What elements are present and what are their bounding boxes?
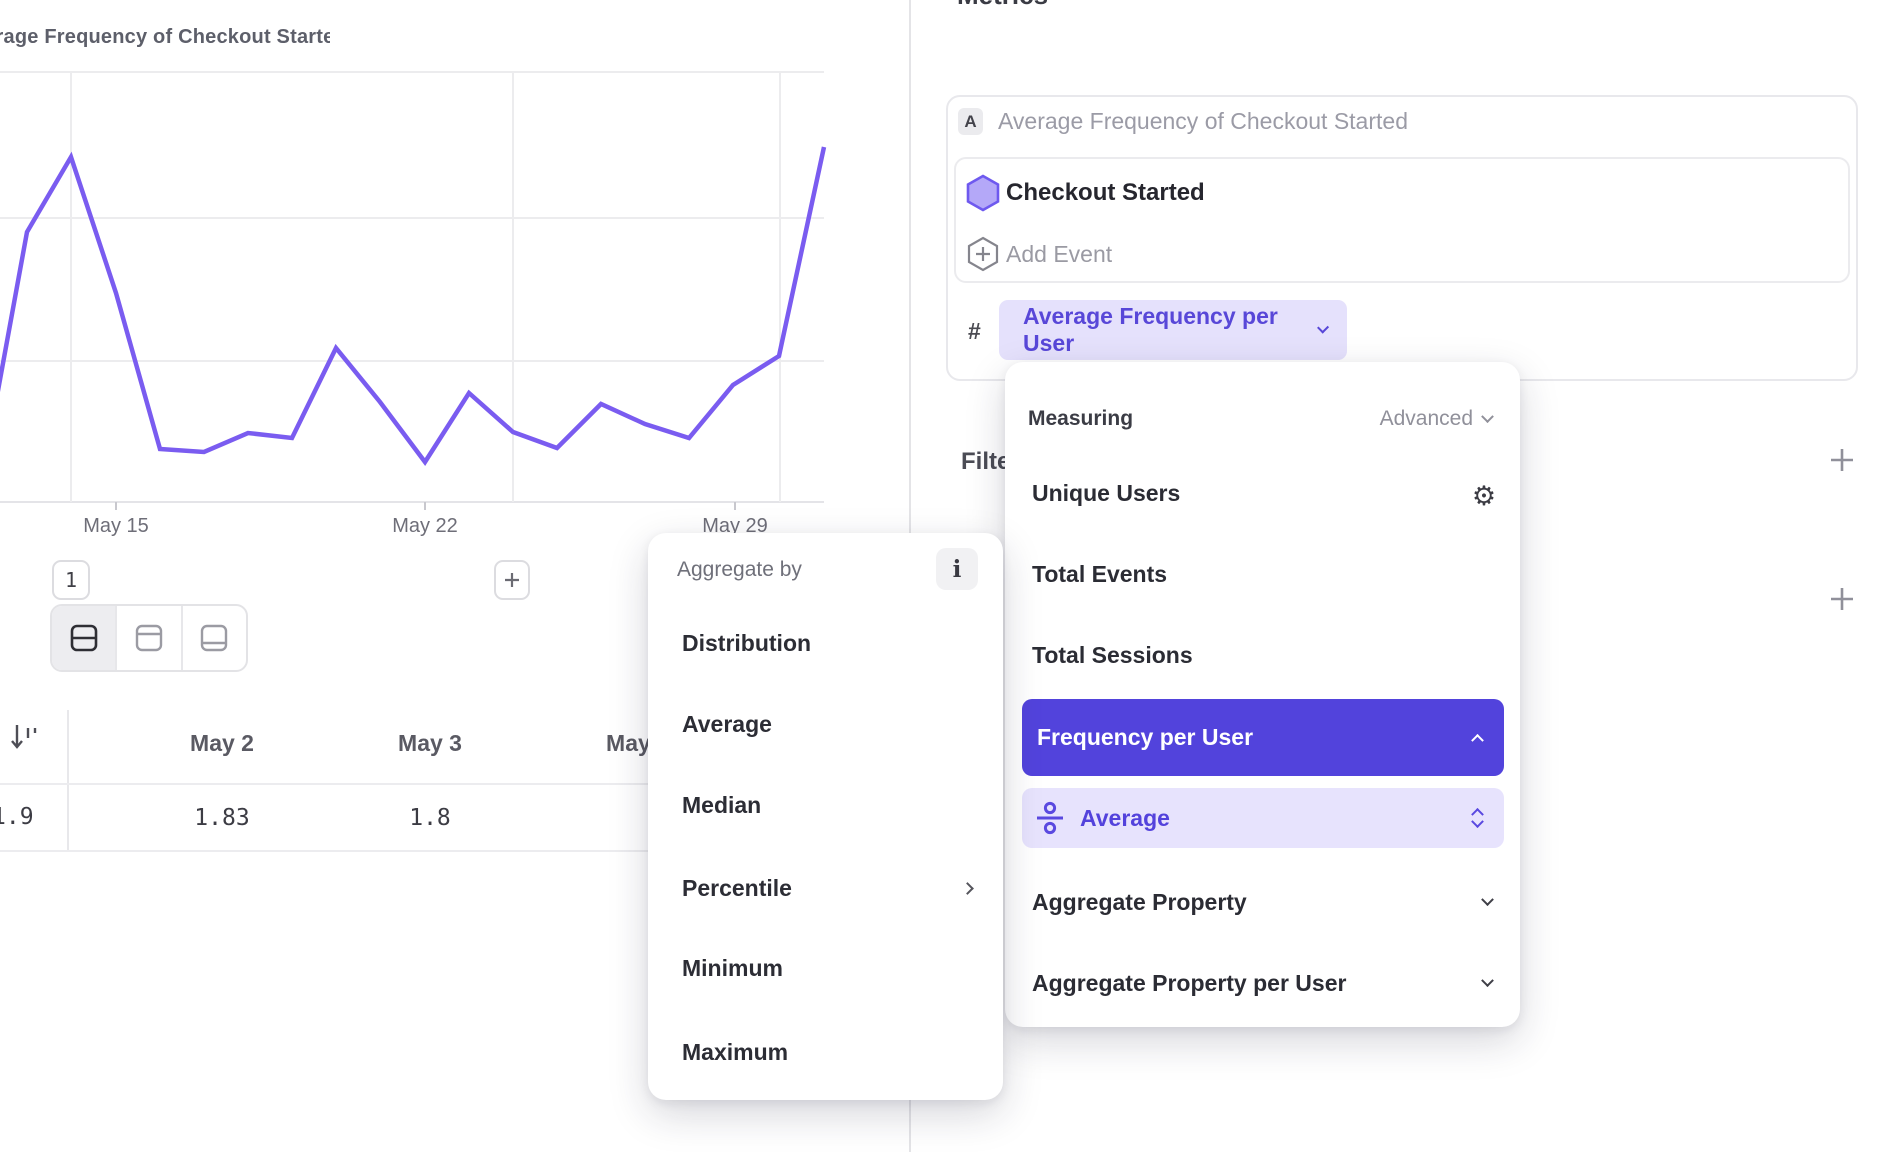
segment-number-chip[interactable]: 1 bbox=[52, 560, 90, 600]
chevron-down-icon bbox=[1481, 893, 1494, 906]
chevron-right-icon bbox=[961, 882, 974, 895]
measuring-menu-title: Measuring bbox=[1028, 407, 1133, 431]
chevron-up-down-icon bbox=[1473, 807, 1482, 829]
numeric-metric-symbol: # bbox=[968, 315, 981, 347]
minimum-label: Minimum bbox=[682, 953, 783, 983]
sort-rows-icon[interactable] bbox=[8, 722, 40, 752]
average-label: Average bbox=[682, 709, 772, 739]
menu-item-frequency-per-user-selected[interactable]: Frequency per User bbox=[1022, 699, 1504, 776]
table-column-separator bbox=[67, 710, 69, 852]
layout-toggle-group bbox=[50, 604, 248, 672]
measurement-label: Average Frequency per User bbox=[1023, 303, 1305, 357]
median-label: Median bbox=[682, 790, 761, 820]
selected-option-label: Frequency per User bbox=[1037, 724, 1253, 751]
chevron-down-icon bbox=[1481, 410, 1494, 423]
table-header-may3[interactable]: May 3 bbox=[350, 729, 510, 757]
gear-icon[interactable]: ⚙ bbox=[1466, 478, 1502, 514]
layout-split-view-button[interactable] bbox=[52, 606, 115, 670]
percentile-label: Percentile bbox=[682, 873, 792, 903]
menu-item-median[interactable]: Median bbox=[682, 790, 972, 820]
aggregate-by-dropdown-menu: Aggregate by i Distribution Average Medi… bbox=[648, 533, 1003, 1100]
frequency-line[interactable] bbox=[0, 147, 824, 478]
chevron-down-icon bbox=[1481, 974, 1494, 987]
add-event-button[interactable]: Add Event bbox=[1006, 239, 1112, 269]
add-event-icon bbox=[966, 235, 1000, 273]
measuring-dropdown-menu: Measuring Advanced Unique Users ⚙ Total … bbox=[1005, 362, 1520, 1027]
aggregation-label: Average bbox=[1080, 805, 1473, 832]
menu-item-distribution[interactable]: Distribution bbox=[682, 628, 972, 658]
plus-icon bbox=[1829, 586, 1855, 612]
plus-icon bbox=[502, 570, 522, 590]
chart-canvas[interactable] bbox=[0, 0, 910, 560]
menu-item-total-events[interactable]: Total Events bbox=[1032, 558, 1167, 590]
metric-letter-badge[interactable]: A bbox=[958, 108, 983, 135]
chart-only-icon bbox=[133, 622, 165, 654]
split-view-icon bbox=[68, 622, 100, 654]
advanced-mode-select[interactable]: Advanced bbox=[1380, 407, 1492, 431]
metric-name-input[interactable]: Average Frequency of Checkout Started bbox=[998, 108, 1408, 135]
plus-icon bbox=[1829, 447, 1855, 473]
distribution-label: Distribution bbox=[682, 628, 811, 658]
event-hexagon-icon bbox=[965, 173, 1001, 213]
chevron-up-icon bbox=[1471, 734, 1484, 747]
measurement-dropdown[interactable]: Average Frequency per User bbox=[999, 300, 1347, 360]
event-card: Checkout Started Add Event bbox=[954, 157, 1850, 283]
menu-item-average-aggregation[interactable]: Average bbox=[1022, 788, 1504, 848]
layout-table-only-button[interactable] bbox=[181, 606, 246, 670]
average-divide-icon bbox=[1034, 801, 1066, 835]
table-cell-clipped: 1.9 bbox=[0, 804, 34, 830]
insights-report-screen: Average Frequency of Checkout Started Ma… bbox=[0, 0, 1898, 1152]
metrics-section-title: Metrics bbox=[957, 0, 1048, 11]
event-selector[interactable]: Checkout Started bbox=[1006, 176, 1205, 210]
add-filter-button[interactable] bbox=[1829, 447, 1855, 473]
table-cell: 1.83 bbox=[142, 804, 302, 832]
menu-item-aggregate-property[interactable]: Aggregate Property bbox=[1032, 886, 1492, 918]
menu-item-percentile[interactable]: Percentile bbox=[682, 873, 972, 903]
info-icon[interactable]: i bbox=[936, 548, 978, 590]
aggregate-property-per-user-label: Aggregate Property per User bbox=[1032, 967, 1346, 999]
menu-item-maximum[interactable]: Maximum bbox=[682, 1037, 972, 1067]
x-tick-label: May 22 bbox=[365, 515, 485, 538]
metric-card: A Average Frequency of Checkout Started … bbox=[946, 95, 1858, 381]
advanced-label: Advanced bbox=[1380, 407, 1473, 431]
menu-item-unique-users[interactable]: Unique Users bbox=[1032, 477, 1180, 509]
menu-item-total-sessions[interactable]: Total Sessions bbox=[1032, 639, 1193, 671]
table-cell: 1.8 bbox=[350, 804, 510, 832]
add-segment-button[interactable] bbox=[494, 560, 530, 600]
menu-item-average[interactable]: Average bbox=[682, 709, 972, 739]
menu-item-minimum[interactable]: Minimum bbox=[682, 953, 972, 983]
table-only-icon bbox=[198, 622, 230, 654]
aggregate-property-label: Aggregate Property bbox=[1032, 886, 1247, 918]
table-header-may2[interactable]: May 2 bbox=[142, 729, 302, 757]
aggregate-by-title: Aggregate by bbox=[677, 558, 802, 582]
add-breakdown-button[interactable] bbox=[1829, 586, 1855, 612]
x-tick-label: May 15 bbox=[56, 515, 176, 538]
layout-chart-only-button[interactable] bbox=[115, 606, 180, 670]
maximum-label: Maximum bbox=[682, 1037, 788, 1067]
menu-item-aggregate-property-per-user[interactable]: Aggregate Property per User bbox=[1032, 967, 1492, 999]
chevron-down-icon bbox=[1317, 321, 1329, 333]
